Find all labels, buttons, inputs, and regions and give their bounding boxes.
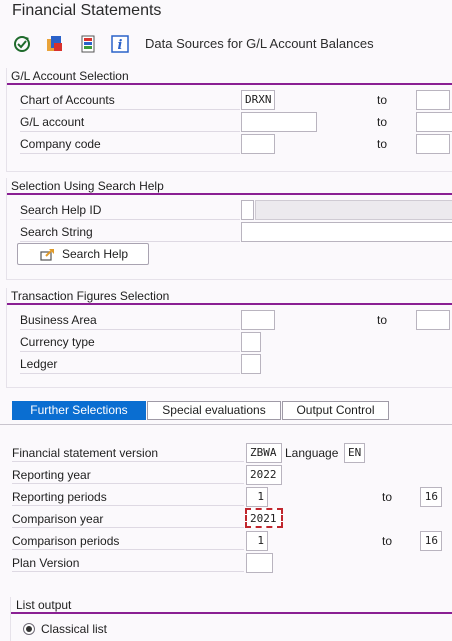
- plan-version-label: Plan Version: [12, 556, 80, 570]
- company-code-to-input[interactable]: [416, 134, 450, 154]
- group-title: Transaction Figures Selection: [7, 288, 452, 305]
- divider: [20, 153, 240, 154]
- chart-of-accounts-input[interactable]: DRXN: [241, 90, 275, 110]
- svg-text:i: i: [118, 38, 123, 53]
- to-label: to: [377, 115, 388, 129]
- company-code-from-input[interactable]: [241, 134, 275, 154]
- variant-icon[interactable]: [45, 34, 65, 54]
- execute-icon[interactable]: [12, 34, 32, 54]
- to-label: to: [377, 93, 388, 107]
- data-sources-button[interactable]: Data Sources for G/L Account Balances: [145, 36, 374, 51]
- currency-type-input[interactable]: [241, 332, 261, 352]
- comparison-period-to-input[interactable]: 16: [420, 531, 442, 551]
- ledger-label: Ledger: [20, 357, 58, 371]
- search-string-label: Search String: [20, 225, 93, 239]
- divider: [20, 351, 240, 352]
- divider: [12, 549, 244, 550]
- company-code-label: Company code: [20, 137, 101, 151]
- divider: [12, 505, 244, 506]
- search-help-button-label: Search Help: [62, 247, 129, 261]
- currency-type-label: Currency type: [20, 335, 95, 349]
- language-label: Language: [285, 446, 339, 460]
- chart-of-accounts-label: Chart of Accounts: [20, 93, 115, 107]
- business-area-to-input[interactable]: [416, 310, 450, 330]
- search-help-id-label: Search Help ID: [20, 203, 102, 217]
- search-help-id-input[interactable]: [241, 200, 254, 220]
- comparison-period-from-input[interactable]: 1: [246, 531, 268, 551]
- divider: [20, 219, 240, 220]
- divider: [12, 461, 244, 462]
- business-area-label: Business Area: [20, 313, 97, 327]
- divider: [20, 241, 240, 242]
- tab-further-selections[interactable]: Further Selections: [12, 401, 146, 420]
- gl-account-selection-group: G/L Account Selection Chart of Accounts …: [6, 68, 452, 172]
- search-help-group: Selection Using Search Help Search Help …: [6, 178, 452, 280]
- chart-of-accounts-to-input[interactable]: [416, 90, 450, 110]
- to-label: to: [377, 137, 388, 151]
- gl-account-label: G/L account: [20, 115, 85, 129]
- classical-list-label: Classical list: [41, 622, 108, 636]
- search-string-input[interactable]: [241, 222, 452, 242]
- search-help-button[interactable]: Search Help: [17, 243, 149, 265]
- to-label: to: [377, 313, 388, 327]
- ledger-input[interactable]: [241, 354, 261, 374]
- classical-list-radio[interactable]: [23, 623, 35, 635]
- page-title: Financial Statements: [12, 2, 162, 19]
- group-title: Selection Using Search Help: [7, 178, 452, 195]
- display-variant-icon[interactable]: [78, 34, 98, 54]
- search-help-id-description: [255, 200, 452, 220]
- tab-special-evaluations[interactable]: Special evaluations: [147, 401, 281, 420]
- language-input[interactable]: EN: [344, 443, 365, 463]
- gl-account-to-input[interactable]: [416, 112, 452, 132]
- comparison-periods-label: Comparison periods: [12, 534, 120, 548]
- group-title: G/L Account Selection: [7, 68, 452, 85]
- divider: [20, 131, 240, 132]
- reporting-year-label: Reporting year: [12, 468, 91, 482]
- share-arrow-icon: [40, 247, 56, 267]
- divider: [12, 571, 244, 572]
- toolbar: i Data Sources for G/L Account Balances: [0, 30, 452, 58]
- divider: [12, 527, 244, 528]
- list-output-group: List output Classical list: [10, 597, 452, 641]
- fs-version-input[interactable]: ZBWA: [246, 443, 282, 463]
- fs-version-label: Financial statement version: [12, 446, 159, 460]
- comparison-year-input[interactable]: 2021: [245, 508, 283, 528]
- plan-version-input[interactable]: [246, 553, 273, 573]
- divider: [12, 483, 244, 484]
- business-area-from-input[interactable]: [241, 310, 275, 330]
- group-title: List output: [11, 597, 452, 614]
- info-icon[interactable]: i: [110, 34, 130, 54]
- gl-account-from-input[interactable]: [241, 112, 317, 132]
- divider: [20, 373, 240, 374]
- reporting-year-input[interactable]: 2022: [246, 465, 282, 485]
- to-label: to: [382, 490, 393, 504]
- reporting-period-from-input[interactable]: 1: [246, 487, 268, 507]
- divider: [20, 329, 240, 330]
- tab-output-control[interactable]: Output Control: [282, 401, 389, 420]
- transaction-figures-group: Transaction Figures Selection Business A…: [6, 288, 452, 388]
- divider: [20, 109, 240, 110]
- reporting-period-to-input[interactable]: 16: [420, 487, 442, 507]
- to-label: to: [382, 534, 393, 548]
- reporting-periods-label: Reporting periods: [12, 490, 107, 504]
- comparison-year-label: Comparison year: [12, 512, 104, 526]
- further-selections-panel: Financial statement version ZBWA Languag…: [0, 424, 452, 641]
